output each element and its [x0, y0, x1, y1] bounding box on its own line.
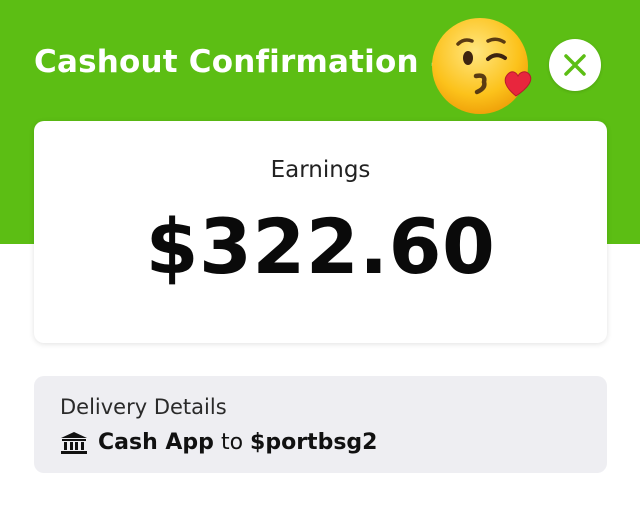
- page-title: Cashout Confirmation #: [34, 44, 456, 80]
- earnings-card: Earnings $322.60: [34, 121, 607, 343]
- delivery-recipient: $portbsg2: [250, 430, 378, 455]
- delivery-details-card: Delivery Details Cash App to $portbsg2: [34, 376, 607, 473]
- earnings-label: Earnings: [270, 157, 371, 183]
- delivery-details-label: Delivery Details: [60, 395, 227, 419]
- earnings-amount: $322.60: [145, 202, 496, 291]
- delivery-method: Cash App: [98, 430, 214, 455]
- kissing-face-emoji-icon: [430, 14, 536, 118]
- delivery-method-line: Cash App to $portbsg2: [60, 430, 377, 455]
- close-icon: [564, 54, 586, 76]
- delivery-connector: to: [220, 430, 244, 455]
- bank-icon: [60, 431, 88, 455]
- close-button[interactable]: [549, 39, 601, 91]
